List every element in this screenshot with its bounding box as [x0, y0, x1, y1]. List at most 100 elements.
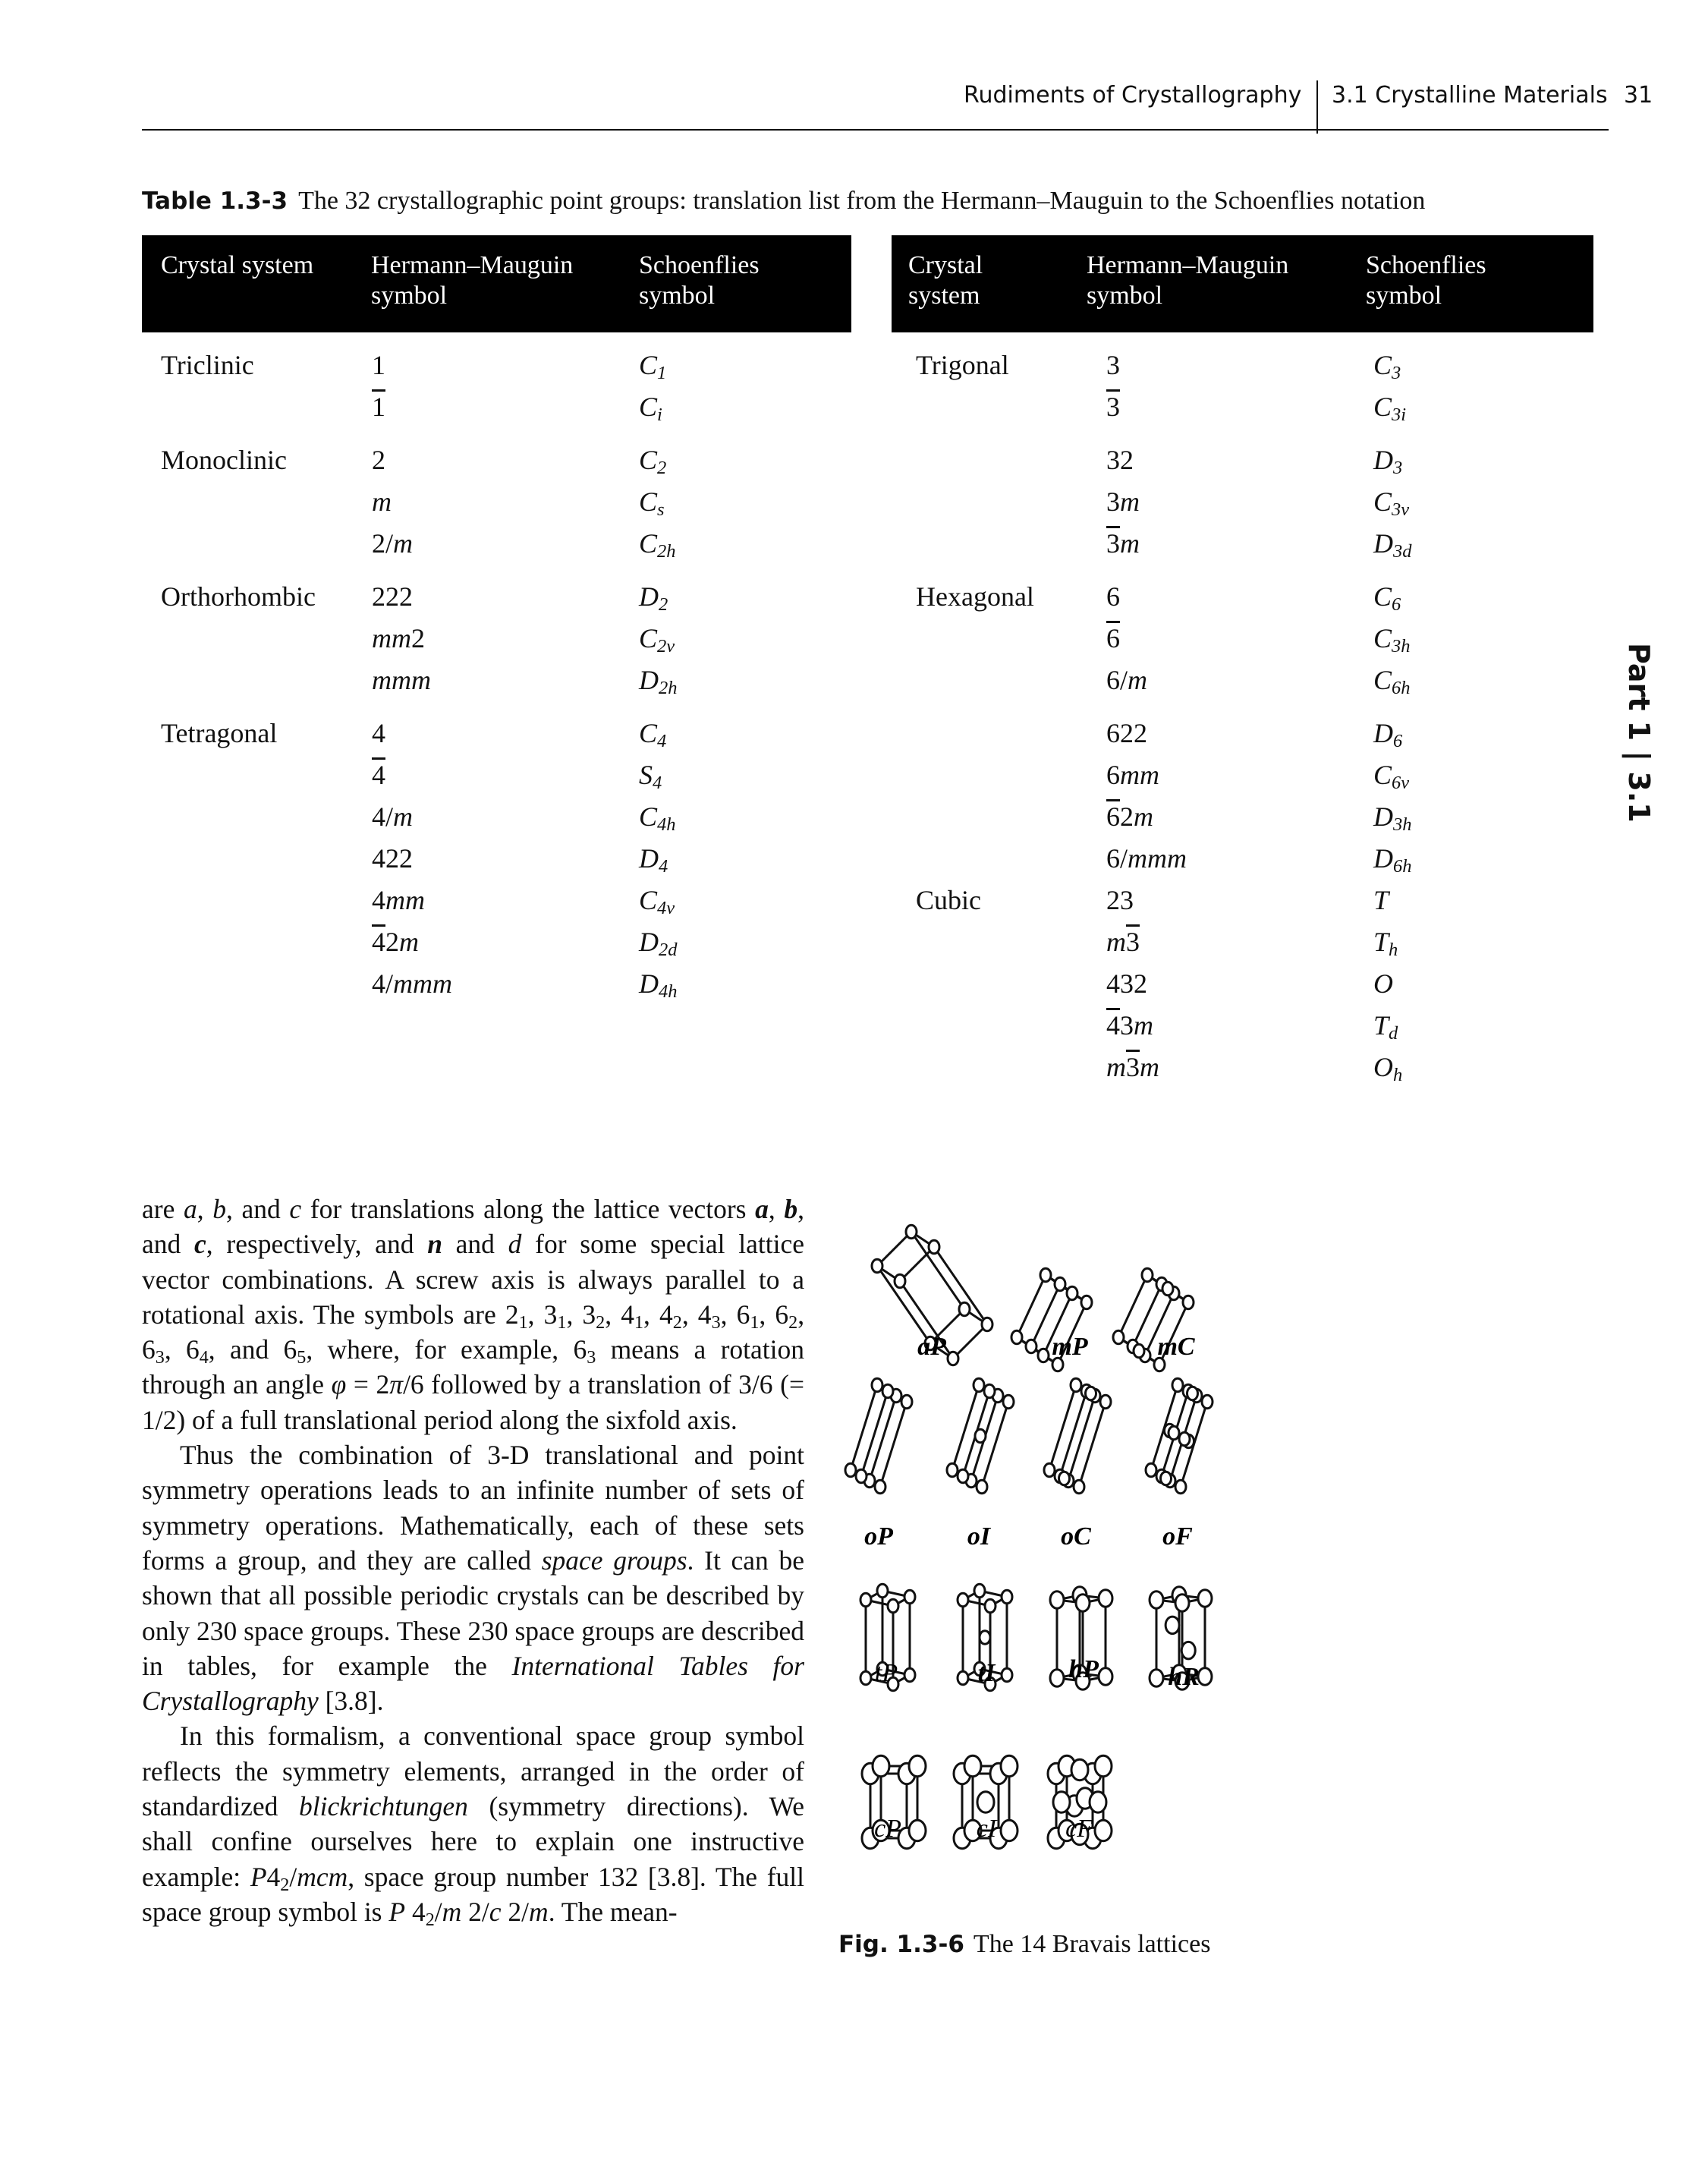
crystal-system-cell: Cubic: [916, 885, 981, 915]
lattice-label: oP: [864, 1522, 893, 1551]
schoenflies-symbol-cell: D4: [639, 843, 668, 877]
lattice-point: [980, 1316, 994, 1333]
lattice-point: [1186, 1385, 1199, 1402]
lattice-label: hP: [1068, 1655, 1099, 1683]
body-text: are a, b, and c for translations along t…: [142, 1192, 804, 1929]
lattice-point: [956, 1670, 970, 1686]
hm-symbol-cell: m3: [1106, 927, 1140, 957]
hm-symbol-cell: 3: [1106, 350, 1120, 380]
lattice-point: [893, 1273, 907, 1289]
lattice-edge: [879, 1401, 908, 1488]
schoenflies-symbol-cell: C6v: [1373, 760, 1410, 794]
hm-symbol-cell: 6mm: [1106, 760, 1159, 790]
hm-symbol-cell: 43m: [1106, 1010, 1153, 1041]
lattice-point: [999, 1818, 1019, 1843]
lattice-point: [873, 1478, 887, 1495]
lattice-label: aP: [917, 1333, 946, 1361]
lattice-label: mP: [1052, 1333, 1087, 1361]
lattice-point: [1053, 1276, 1067, 1292]
header-hm-symbol: Hermann–Mauguin symbol: [371, 251, 574, 310]
header-schoenflies-symbol: Schoenflies symbol: [1366, 251, 1486, 310]
schoenflies-symbol-cell: O: [1373, 968, 1393, 999]
schoenflies-symbol-cell: C6: [1373, 581, 1401, 616]
lattice-point: [976, 1790, 996, 1814]
side-tab: Part 1 | 3.1: [1616, 641, 1662, 823]
lattice-point: [1074, 1593, 1091, 1613]
lattice-edge: [1077, 1401, 1107, 1488]
lattice-edge: [1117, 1274, 1149, 1338]
lattice-label: oF: [1162, 1522, 1193, 1551]
hm-symbol-cell: 422: [372, 843, 413, 874]
lattice-point: [1069, 1377, 1083, 1393]
schoenflies-symbol-cell: Td: [1373, 1010, 1398, 1044]
schoenflies-symbol-cell: D3h: [1373, 801, 1412, 836]
lattice-point: [956, 1592, 970, 1608]
schoenflies-symbol-cell: Th: [1373, 927, 1398, 961]
lattice-point: [1132, 1343, 1146, 1359]
schoenflies-symbol-cell: D2: [639, 581, 668, 616]
lattice-point: [1039, 1267, 1052, 1283]
hm-symbol-cell: mmm: [372, 665, 431, 695]
lattice-point: [907, 1818, 927, 1843]
lattice-edge: [1015, 1274, 1047, 1338]
schoenflies-symbol-cell: C3v: [1373, 486, 1410, 521]
hm-symbol-cell: mm2: [372, 623, 425, 653]
hm-symbol-cell: 622: [1106, 718, 1147, 748]
hm-symbol-cell: 6: [1106, 581, 1120, 612]
lattice-point: [1112, 1329, 1125, 1346]
crystal-system-cell: Monoclinic: [161, 445, 287, 475]
schoenflies-symbol-cell: C2: [639, 445, 667, 479]
lattice-point: [1072, 1478, 1086, 1495]
lattice-point: [859, 1670, 873, 1686]
lattice-point: [1088, 1790, 1108, 1814]
schoenflies-symbol-cell: Cs: [639, 486, 665, 521]
schoenflies-symbol-cell: C4: [639, 718, 667, 752]
lattice-label: tI: [978, 1659, 996, 1687]
schoenflies-symbol-cell: D6: [1373, 718, 1403, 752]
lattice-point: [1000, 1667, 1014, 1683]
hm-symbol-cell: 4mm: [372, 885, 425, 915]
crystal-system-cell: Trigonal: [916, 350, 1009, 380]
header-crystal-system: Crystal system: [161, 251, 314, 279]
lattice-point: [1144, 1462, 1158, 1478]
lattice-label: mC: [1157, 1333, 1194, 1361]
lattice-label: cP: [874, 1815, 901, 1843]
schoenflies-symbol-cell: C4h: [639, 801, 676, 836]
schoenflies-symbol-cell: D3: [1373, 445, 1403, 479]
lattice-point: [1070, 1758, 1090, 1782]
figure-caption-text: The 14 Bravais lattices: [973, 1930, 1211, 1958]
lattice-point: [1010, 1329, 1024, 1346]
lattice-point: [1049, 1668, 1065, 1688]
table-caption-text: The 32 crystallographic point groups: tr…: [298, 187, 1426, 215]
lattice-point: [975, 1478, 989, 1495]
hm-symbol-cell: 6/mmm: [1106, 843, 1187, 874]
hm-symbol-cell: 4: [372, 718, 385, 748]
hm-symbol-cell: 6: [1106, 623, 1120, 653]
lattice-point: [886, 1598, 900, 1614]
hm-symbol-cell: 3m: [1106, 486, 1140, 517]
lattice-point: [900, 1393, 914, 1410]
lattice-point: [1036, 1347, 1050, 1364]
lattice-point: [946, 1350, 960, 1367]
lattice-point: [978, 1629, 992, 1645]
lattice-point: [999, 1754, 1019, 1778]
lattice-edge: [849, 1384, 879, 1471]
lattice-point: [1197, 1667, 1213, 1686]
header-rule: [142, 129, 1609, 131]
lattice-point: [854, 1468, 868, 1485]
lattice-point: [903, 1588, 917, 1605]
lattice-point: [1084, 1385, 1097, 1402]
lattice-point: [1171, 1377, 1184, 1393]
lattice-point: [1178, 1431, 1191, 1447]
lattice-point: [1058, 1470, 1071, 1487]
schoenflies-symbol-cell: D3d: [1373, 528, 1412, 562]
hm-symbol-cell: 3m: [1106, 528, 1140, 559]
schoenflies-symbol-cell: C2v: [639, 623, 675, 657]
lattice-point: [1052, 1790, 1071, 1814]
lattice-point: [903, 1667, 917, 1683]
hm-symbol-cell: 42m: [372, 927, 419, 957]
lattice-point: [844, 1462, 857, 1478]
lattice-point: [1197, 1588, 1213, 1608]
lattice-point: [983, 1383, 996, 1399]
lattice-label: oI: [967, 1522, 992, 1551]
